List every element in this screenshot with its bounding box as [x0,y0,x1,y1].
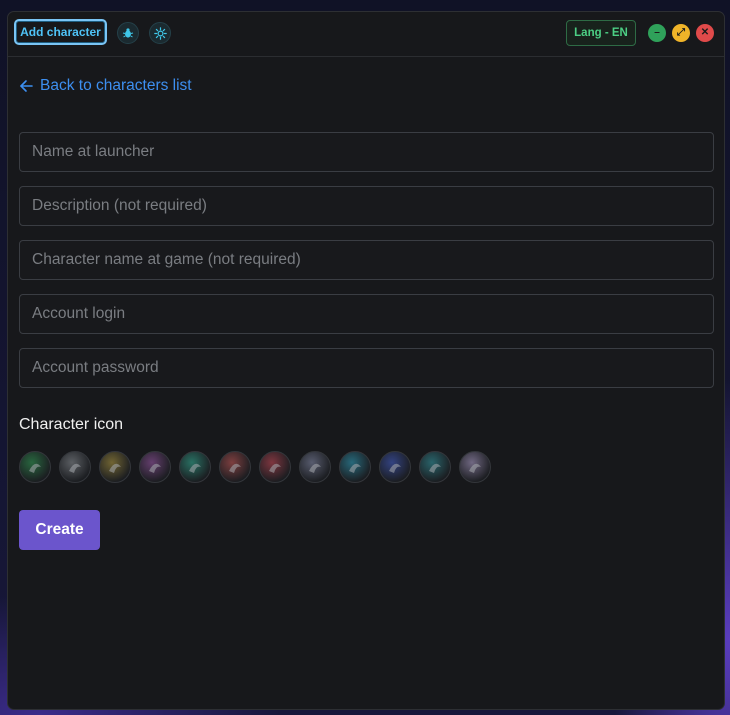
red-orb-icon[interactable] [259,451,291,483]
back-to-list-link[interactable]: Back to characters list [19,76,192,96]
settings-button[interactable] [149,22,171,44]
character-name-input[interactable] [19,240,714,280]
red-flame-icon[interactable] [219,451,251,483]
app-window: Add character Lang - EN – ⤢ ✕ Back to ch… [7,11,725,710]
arrow-left-icon [20,80,33,92]
minimize-icon: – [654,27,660,38]
account-password-input[interactable] [19,348,714,388]
gold-crest-icon[interactable] [99,451,131,483]
character-icon-label: Character icon [19,416,124,433]
character-icon-picker [19,451,491,483]
create-button[interactable]: Create [19,510,100,550]
description-input[interactable] [19,186,714,226]
account-login-input[interactable] [19,294,714,334]
minimize-button[interactable]: – [648,24,666,42]
maximize-button[interactable]: ⤢ [672,24,690,42]
teal-feather-icon[interactable] [419,451,451,483]
bug-icon [122,28,134,38]
yin-yang-icon[interactable] [179,451,211,483]
close-button[interactable]: ✕ [696,24,714,42]
add-character-button[interactable]: Add character [14,19,107,45]
silver-moon-icon[interactable] [459,451,491,483]
steel-blade-icon[interactable] [299,451,331,483]
titlebar: Add character Lang - EN – ⤢ ✕ [8,12,724,57]
grey-wing-icon[interactable] [59,451,91,483]
green-swirl-icon[interactable] [19,451,51,483]
name-at-launcher-input[interactable] [19,132,714,172]
violet-mask-icon[interactable] [139,451,171,483]
language-button[interactable]: Lang - EN [566,20,636,46]
teal-wave-icon[interactable] [339,451,371,483]
bug-report-button[interactable] [117,22,139,44]
blue-storm-icon[interactable] [379,451,411,483]
back-link-label: Back to characters list [40,77,192,94]
expand-icon: ⤢ [677,27,685,38]
close-icon: ✕ [700,27,710,38]
gear-icon [153,26,167,40]
